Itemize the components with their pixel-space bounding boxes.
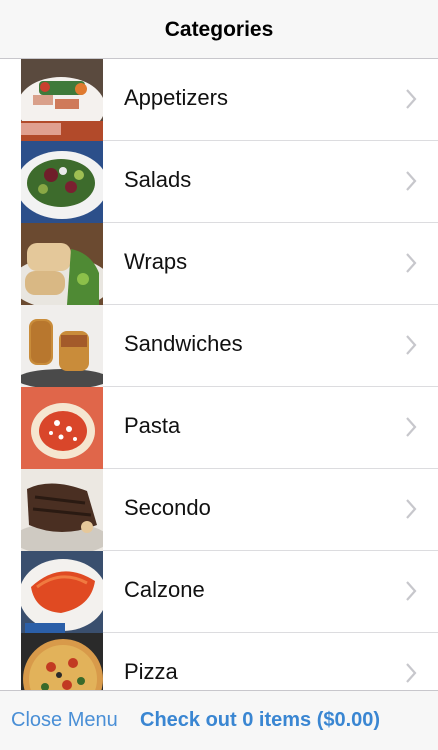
chevron-right-icon (406, 663, 417, 683)
category-label: Appetizers (124, 85, 228, 110)
pizza-thumbnail (21, 633, 103, 690)
pasta-thumbnail (21, 387, 103, 469)
category-label: Pizza (124, 659, 178, 684)
chevron-right-icon (406, 171, 417, 191)
appetizers-thumbnail (21, 59, 103, 141)
sandwiches-thumbnail (21, 305, 103, 387)
chevron-right-icon (406, 253, 417, 273)
page-title: Categories (164, 18, 274, 41)
category-row-appetizers[interactable]: Appetizers (0, 59, 438, 141)
category-row-pasta[interactable]: Pasta (0, 387, 438, 469)
checkout-button[interactable]: Check out 0 items ($0.00) (140, 709, 380, 732)
category-row-pizza[interactable]: Pizza (0, 633, 438, 690)
category-row-secondo[interactable]: Secondo (0, 469, 438, 551)
category-label: Pasta (124, 413, 181, 438)
category-list[interactable]: Appetizers Salads Wraps Sandwiches Pasta… (0, 59, 438, 690)
secondo-thumbnail (21, 469, 103, 551)
wraps-thumbnail (21, 223, 103, 305)
category-label: Sandwiches (124, 331, 243, 356)
category-label: Salads (124, 167, 192, 192)
bottom-toolbar: Close Menu Check out 0 items ($0.00) (0, 690, 438, 750)
chevron-right-icon (406, 89, 417, 109)
chevron-right-icon (406, 581, 417, 601)
chevron-right-icon (406, 499, 417, 519)
category-label: Secondo (124, 495, 211, 520)
category-row-wraps[interactable]: Wraps (0, 223, 438, 305)
chevron-right-icon (406, 335, 417, 355)
chevron-right-icon (406, 417, 417, 437)
category-row-salads[interactable]: Salads (0, 141, 438, 223)
calzone-thumbnail (21, 551, 103, 633)
close-menu-button[interactable]: Close Menu (11, 709, 118, 732)
navigation-bar: Categories (0, 0, 438, 59)
category-row-sandwiches[interactable]: Sandwiches (0, 305, 438, 387)
category-row-calzone[interactable]: Calzone (0, 551, 438, 633)
category-label: Wraps (124, 249, 188, 274)
category-label: Calzone (124, 577, 205, 602)
salads-thumbnail (21, 141, 103, 223)
